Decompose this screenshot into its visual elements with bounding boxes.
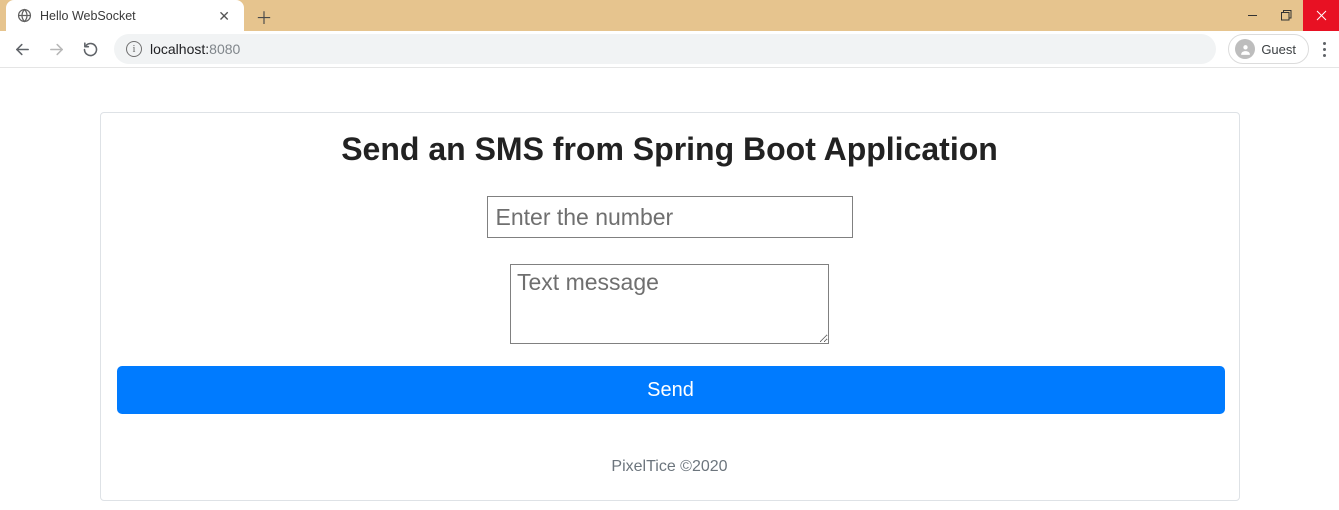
titlebar: Hello WebSocket ✕ ＋ — [0, 0, 1339, 31]
window-controls — [1235, 0, 1339, 31]
minimize-button[interactable] — [1235, 0, 1269, 31]
profile-chip[interactable]: Guest — [1228, 34, 1309, 64]
url-text: localhost:8080 — [150, 41, 1204, 57]
browser-tab[interactable]: Hello WebSocket ✕ — [6, 0, 244, 31]
profile-label: Guest — [1261, 42, 1296, 57]
address-bar[interactable]: i localhost:8080 — [114, 34, 1216, 64]
tab-title: Hello WebSocket — [40, 9, 206, 23]
menu-button[interactable] — [1315, 34, 1333, 64]
url-host: localhost: — [150, 41, 209, 57]
avatar-icon — [1235, 39, 1255, 59]
footer-text: PixelTice ©2020 — [117, 458, 1223, 476]
forward-button[interactable] — [40, 34, 72, 64]
globe-icon — [16, 8, 32, 24]
page-viewport: Send an SMS from Spring Boot Application… — [0, 68, 1339, 501]
message-textarea[interactable] — [510, 264, 829, 344]
phone-number-input[interactable] — [487, 196, 853, 238]
maximize-button[interactable] — [1269, 0, 1303, 31]
browser-toolbar: i localhost:8080 Guest — [0, 31, 1339, 68]
url-port: 8080 — [209, 41, 240, 57]
page-title: Send an SMS from Spring Boot Application — [117, 131, 1223, 168]
reload-button[interactable] — [74, 34, 106, 64]
back-button[interactable] — [6, 34, 38, 64]
close-tab-icon[interactable]: ✕ — [214, 7, 234, 25]
new-tab-button[interactable]: ＋ — [250, 2, 278, 30]
close-window-button[interactable] — [1303, 0, 1339, 31]
sms-form-card: Send an SMS from Spring Boot Application… — [100, 112, 1240, 501]
site-info-icon[interactable]: i — [126, 41, 142, 57]
send-button[interactable]: Send — [117, 366, 1225, 414]
